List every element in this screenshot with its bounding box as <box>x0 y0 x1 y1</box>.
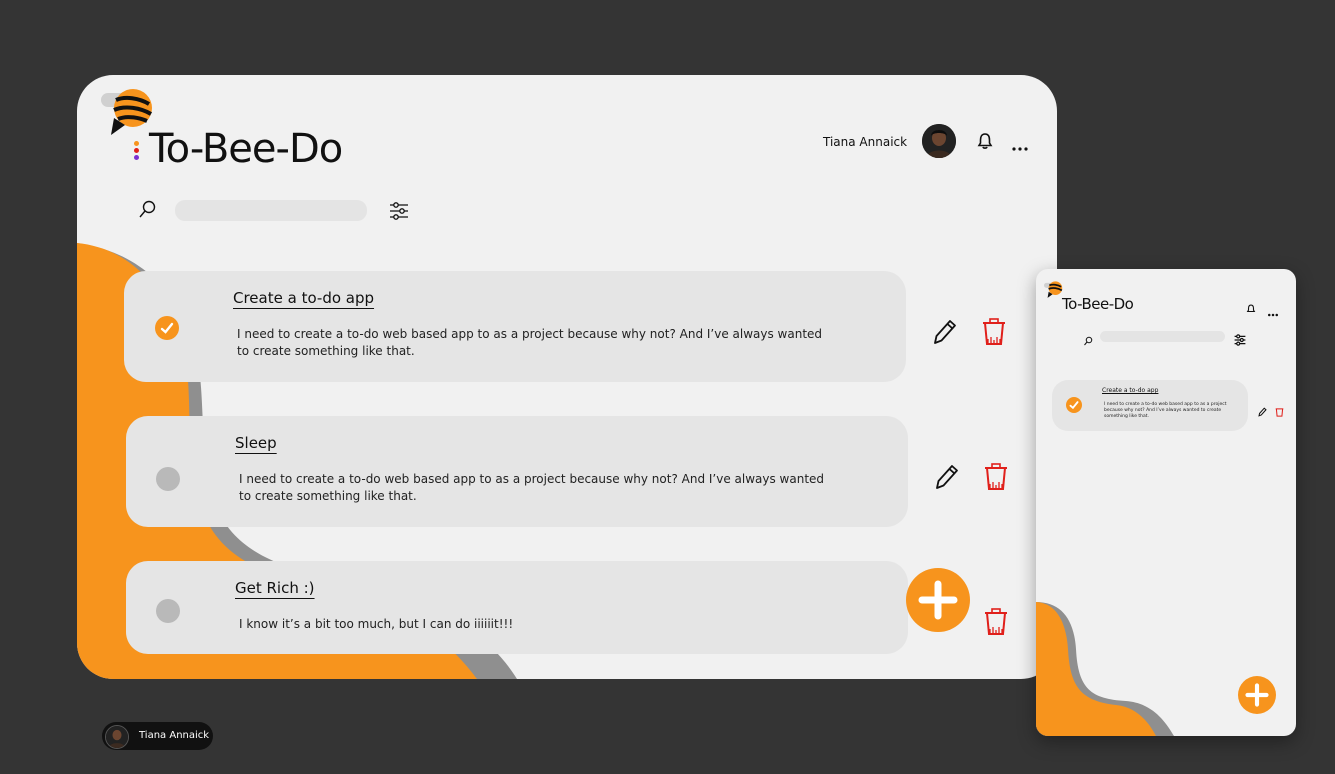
task-title: Sleep <box>235 434 277 452</box>
bell-icon[interactable] <box>976 132 994 154</box>
check-icon <box>1069 401 1079 410</box>
user-pill[interactable]: Tiana Annaick <box>102 722 213 750</box>
user-avatar <box>105 725 129 749</box>
add-task-button[interactable] <box>906 568 970 632</box>
more-icon[interactable] <box>1012 137 1028 156</box>
add-task-button[interactable] <box>1238 676 1276 714</box>
mobile-window: To-Bee-Do Create a to-do app I need to c… <box>1036 269 1296 736</box>
user-avatar[interactable] <box>922 124 956 158</box>
pencil-icon[interactable] <box>934 463 960 495</box>
task-card[interactable]: Get Rich :) I know it’s a bit too much, … <box>126 561 908 654</box>
plus-icon <box>1245 683 1269 707</box>
search-input[interactable] <box>1100 331 1225 342</box>
user-name: Tiana Annaick <box>139 730 210 741</box>
task-description: I know it’s a bit too much, but I can do… <box>239 617 514 631</box>
task-checkbox[interactable] <box>156 599 180 623</box>
task-title: Create a to-do app <box>233 289 375 307</box>
task-description: I need to create a to-do web based app t… <box>237 327 823 358</box>
search-input[interactable] <box>175 200 367 221</box>
task-checkbox[interactable] <box>156 467 180 491</box>
brand-dots <box>134 141 139 160</box>
trash-icon[interactable] <box>1275 402 1284 421</box>
trash-icon[interactable] <box>983 463 1009 495</box>
task-checkbox[interactable] <box>1066 397 1082 413</box>
pencil-icon[interactable] <box>932 318 958 350</box>
task-description: I need to create a to-do web based app t… <box>239 472 825 503</box>
plus-icon <box>918 580 958 620</box>
trash-icon[interactable] <box>981 318 1007 350</box>
filter-icon[interactable] <box>1234 331 1246 350</box>
check-icon <box>160 322 174 334</box>
more-icon[interactable] <box>1268 302 1278 321</box>
app-title: To-Bee-Do <box>1062 295 1134 313</box>
task-card[interactable]: Create a to-do app I need to create a to… <box>124 271 906 382</box>
search-icon[interactable] <box>137 199 157 223</box>
search-icon[interactable] <box>1083 331 1093 350</box>
bell-icon[interactable] <box>1246 299 1256 318</box>
user-name: Tiana Annaick <box>823 135 908 149</box>
trash-icon[interactable] <box>983 608 1009 640</box>
task-card[interactable]: Create a to-do app I need to create a to… <box>1052 380 1248 431</box>
filter-icon[interactable] <box>389 201 409 225</box>
bee-logo-icon <box>1044 281 1064 303</box>
pencil-icon[interactable] <box>1258 402 1267 421</box>
task-description: I need to create a to-do web based app t… <box>1104 402 1227 419</box>
task-title: Create a to-do app <box>1102 387 1159 394</box>
app-title: To-Bee-Do <box>149 126 343 172</box>
task-card[interactable]: Sleep I need to create a to-do web based… <box>126 416 908 527</box>
task-checkbox[interactable] <box>155 316 179 340</box>
task-title: Get Rich :) <box>235 579 315 597</box>
